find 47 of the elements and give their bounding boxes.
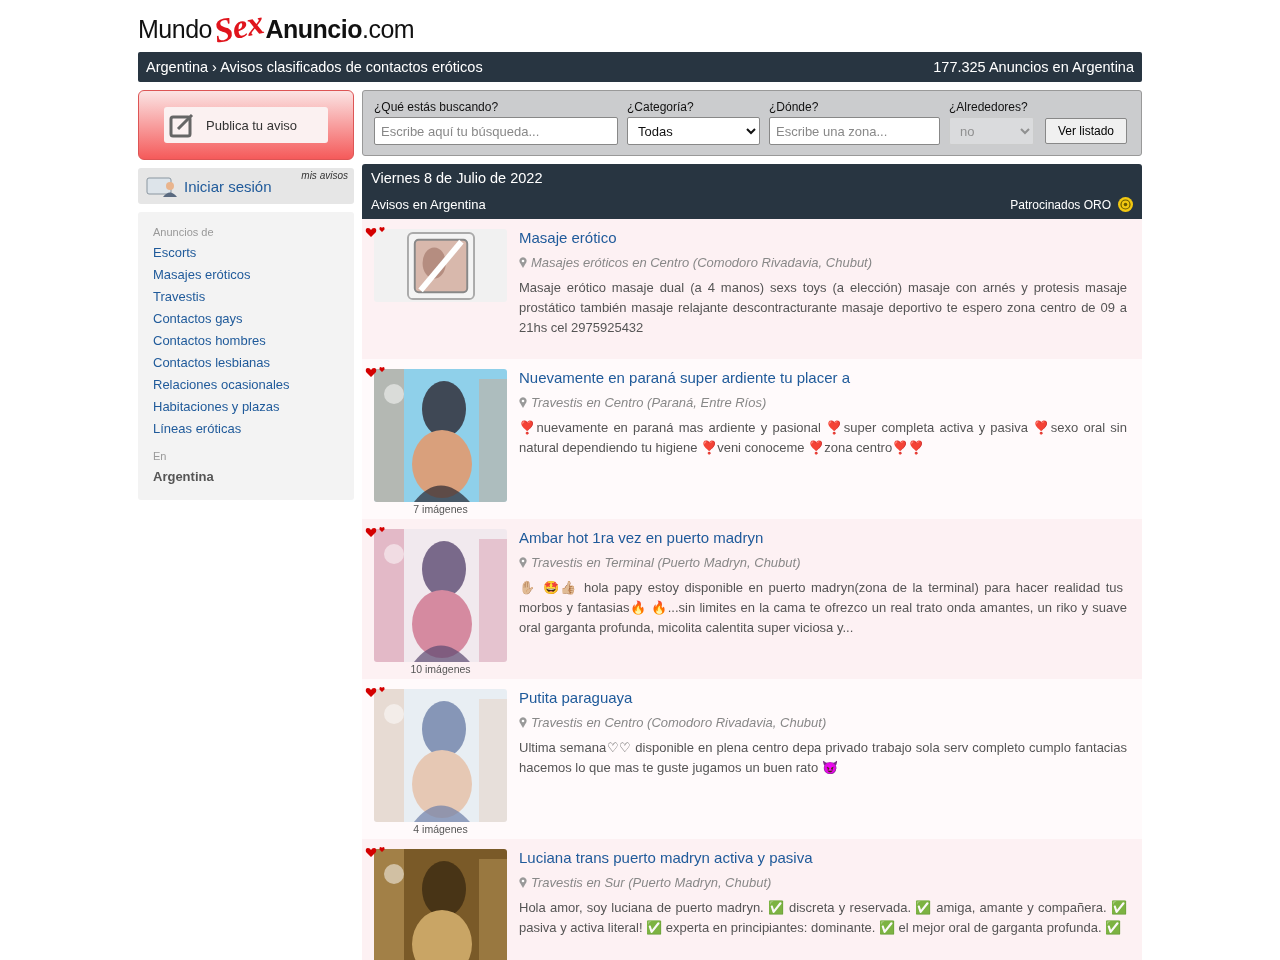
sponsored-label: Patrocinados ORO	[1010, 197, 1111, 212]
listing-subtitle: Avisos en Argentina	[371, 197, 486, 212]
category-link[interactable]: Contactos gays	[153, 308, 339, 330]
image-count: 7 imágenes	[413, 503, 468, 515]
category-select[interactable]: Todas	[627, 117, 760, 145]
listing-description: ✋🏼 🤩👍🏼 hola papy estoy disponible en puerto madryn(zona de la terminal) para hacer realidad tus morbos y fantasias🔥 🔥...sin limites en la cama te ofrezco un real trato onda amantes, un riko y suave oral garganta profunda, micolita calentita super viciosa y...	[519, 579, 1127, 637]
list-button[interactable]: Ver listado	[1045, 118, 1128, 144]
login-link[interactable]: Iniciar sesión	[184, 177, 272, 195]
breadcrumb: Argentina › Avisos clasificados de contactos eróticos	[146, 59, 483, 75]
listing-location: Travestis en Sur (Puerto Madryn, Chubut)	[531, 875, 772, 890]
category-link[interactable]: Líneas eróticas	[153, 418, 339, 440]
date-heading: Viernes 8 de Julio de 2022	[371, 170, 544, 186]
sidebar-heading: En	[153, 450, 168, 462]
category-link[interactable]: Relaciones ocasionales	[153, 374, 339, 396]
ad-count: 177.325 Anuncios en Argentina	[933, 59, 1134, 75]
category-link[interactable]: Travestis	[153, 286, 339, 308]
category-link[interactable]: Contactos hombres	[153, 330, 339, 352]
region-label: Argentina	[153, 468, 215, 486]
field-label: ¿Qué estás buscando?	[374, 100, 500, 114]
image-count: 10 imágenes	[410, 663, 471, 675]
field-label: ¿Alrededores?	[949, 100, 1029, 114]
listing-title[interactable]: Masaje erótico	[519, 229, 1127, 247]
listing-title[interactable]: Nuevamente en paraná super ardiente tu placer a	[519, 369, 1127, 387]
image-count: 4 imágenes	[413, 823, 468, 835]
listing-description: Masaje erótico masaje dual (a 4 manos) sexs toys (a elección) masaje con arnés y protesis masaje prostático también masaje relajante descontracturante masaje deportivo te espero zona centro de 09 a 21hs cel 2975925432	[519, 279, 1127, 337]
field-label: ¿Categoría?	[627, 100, 695, 114]
listing-description: Hola amor, soy luciana de puerto madryn. ✅ discreta y reservada. ✅ amiga, amante y compañera. ✅ pasiva y activa literal! ✅ experta en principiantes: dominante. ✅ el mejor oral de garganta profunda. ✅	[519, 899, 1127, 937]
publish-button[interactable]: Publica tu aviso	[164, 107, 328, 143]
category-link[interactable]: Contactos lesbianas	[153, 352, 339, 374]
category-link[interactable]: Masajes eróticos	[153, 264, 339, 286]
site-logo[interactable]: Mundo Sex Anuncio.com	[138, 8, 415, 46]
listing-title[interactable]: Ambar hot 1ra vez en puerto madryn	[519, 529, 1127, 547]
category-link[interactable]: Escorts	[153, 242, 339, 264]
sidebar-heading: Anuncios de	[153, 226, 215, 238]
listing-location: Masajes eróticos en Centro (Comodoro Rivadavia, Chubut)	[531, 255, 873, 270]
listing-title[interactable]: Luciana trans puerto madryn activa y pasiva	[519, 849, 1127, 867]
listing-description: Ultima semana♡♡ disponible en plena centro depa privado trabajo sola serv completo cumplo fantacias hacemos lo que mas te guste jugamos un buen rato 😈	[519, 739, 1127, 777]
my-ads-link[interactable]: mis avisos	[301, 170, 348, 181]
listing-location: Travestis en Centro (Comodoro Rivadavia, Chubut)	[531, 715, 827, 730]
location-field[interactable]: Escribe una zona...	[769, 117, 940, 145]
listing-description: ❣nuevamente en paraná mas ardiente y pasional ❣super completa activa y pasiva ❣sexo oral sin natural dependiendo tu higiene ❣veni conoceme ❣zona centro❣❣	[519, 419, 1127, 457]
search-field[interactable]: Escribe aquí tu búsqueda...	[374, 117, 618, 145]
listing-location: Travestis en Terminal (Puerto Madryn, Chubut)	[531, 555, 801, 570]
field-label: ¿Dónde?	[769, 100, 820, 114]
listing-location: Travestis en Centro (Paraná, Entre Ríos)	[531, 395, 767, 410]
listing-title[interactable]: Putita paraguaya	[519, 689, 1127, 707]
category-link[interactable]: Habitaciones y plazas	[153, 396, 339, 418]
